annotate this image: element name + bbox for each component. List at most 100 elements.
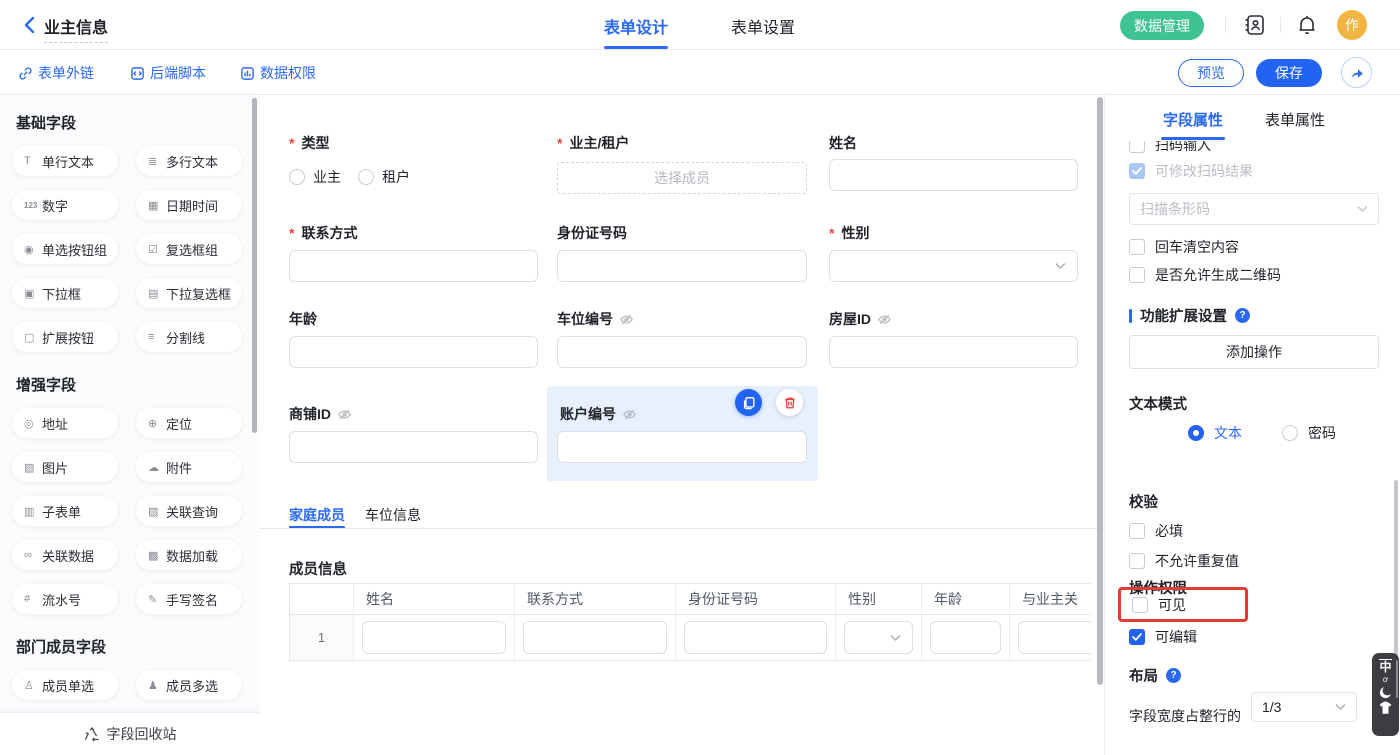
table-cell[interactable] [836, 615, 922, 660]
text-mode-option-text[interactable]: 文本 [1188, 423, 1242, 443]
theme-shirt-icon[interactable] [1378, 701, 1393, 715]
table-cell[interactable] [354, 615, 515, 660]
help-question-icon[interactable]: ? [1235, 308, 1250, 323]
field-item-checkbox-group[interactable]: ☑复选框组 [136, 234, 242, 264]
copy-field-button[interactable] [735, 389, 762, 416]
text-mode-option-password[interactable]: 密码 [1282, 423, 1336, 443]
field-item-extend-button[interactable]: ▢扩展按钮 [12, 322, 118, 352]
field-item-number[interactable]: 123数字 [12, 190, 118, 220]
table-cell[interactable] [922, 615, 1010, 660]
subform-tab-parking[interactable]: 车位信息 [365, 505, 421, 525]
field-item-subform[interactable]: ▥子表单 [12, 496, 118, 526]
no-duplicate-checkbox-row[interactable]: 不允许重复值 [1129, 551, 1239, 571]
field-item-attachment[interactable]: ☁附件 [136, 452, 242, 482]
field-item-serial-number[interactable]: #流水号 [12, 584, 118, 614]
field-item-single-line-text[interactable]: T单行文本 [12, 146, 118, 176]
allow-qrcode-row[interactable]: 是否允许生成二维码 [1129, 265, 1281, 285]
table-cell-input[interactable] [930, 621, 1001, 654]
visible-checkbox-row[interactable]: 可见 [1132, 595, 1186, 615]
select-member-button[interactable]: 选择成员 [557, 162, 807, 194]
house-id-input[interactable] [829, 336, 1078, 368]
shop-id-input[interactable] [289, 431, 538, 463]
loop-icon[interactable]: ơ [1383, 675, 1388, 684]
field-item-image[interactable]: ▧图片 [12, 452, 118, 482]
radio-icon[interactable] [1282, 425, 1298, 441]
table-cell[interactable] [515, 615, 676, 660]
checkbox-icon[interactable] [1132, 597, 1148, 613]
field-item-data-load[interactable]: ▩数据加载 [136, 540, 242, 570]
checkbox-icon[interactable] [1129, 239, 1145, 255]
field-recycle-bin[interactable]: 字段回收站 [0, 712, 260, 755]
name-input[interactable] [829, 159, 1078, 191]
translate-icon[interactable]: 中 [1379, 659, 1391, 674]
checkbox-icon[interactable] [1129, 553, 1145, 569]
checkbox-checked-icon[interactable] [1129, 163, 1145, 179]
table-cell[interactable] [676, 615, 836, 660]
field-item-select[interactable]: ▣下拉框 [12, 278, 118, 308]
field-item-divider[interactable]: ≡分割线 [136, 322, 242, 352]
scan-type-select[interactable]: 扫描条形码 [1129, 193, 1379, 225]
tab-field-properties[interactable]: 字段属性 [1161, 109, 1225, 130]
add-action-button[interactable]: 添加操作 [1129, 335, 1379, 369]
back-button[interactable] [20, 15, 40, 35]
radio-option-owner[interactable]: 业主 [289, 167, 341, 187]
dark-mode-moon-icon[interactable] [1378, 685, 1393, 700]
subform-tab-family[interactable]: 家庭成员 [289, 505, 345, 525]
backend-script-link[interactable]: 后端脚本 [130, 63, 206, 83]
field-item-relation-query[interactable]: ▨关联查询 [136, 496, 242, 526]
help-question-icon[interactable]: ? [1166, 668, 1181, 683]
field-item-signature[interactable]: ✎手写签名 [136, 584, 242, 614]
save-button[interactable]: 保存 [1256, 59, 1322, 87]
user-avatar[interactable]: 作 [1337, 10, 1367, 40]
id-number-input[interactable] [557, 250, 807, 282]
field-item-multi-line-text[interactable]: ≣多行文本 [136, 146, 242, 176]
data-permission-link[interactable]: 数据权限 [240, 63, 316, 83]
notification-bell-icon[interactable] [1295, 13, 1319, 37]
panel-scrollbar[interactable] [1394, 480, 1398, 660]
checkbox-checked-icon[interactable] [1129, 629, 1145, 645]
sidebar-scrollbar[interactable] [252, 98, 257, 433]
tab-form-settings[interactable]: 表单设置 [731, 14, 795, 38]
tab-form-properties[interactable]: 表单属性 [1263, 109, 1327, 130]
field-item-datetime[interactable]: ▦日期时间 [136, 190, 242, 220]
editable-checkbox-row[interactable]: 可编辑 [1129, 627, 1197, 647]
contact-input[interactable] [289, 250, 538, 282]
radio-icon[interactable] [358, 169, 374, 185]
account-no-input[interactable] [557, 431, 807, 463]
field-item-address[interactable]: ◎地址 [12, 408, 118, 438]
browser-extension-widget[interactable]: 中 ơ [1372, 653, 1399, 736]
field-item-member-single[interactable]: ♙成员单选 [12, 670, 118, 700]
checkbox-icon[interactable] [1129, 267, 1145, 283]
gender-select[interactable] [829, 250, 1078, 282]
required-checkbox-row[interactable]: 必填 [1129, 521, 1183, 541]
data-manage-button[interactable]: 数据管理 [1120, 11, 1204, 40]
contacts-book-icon[interactable] [1243, 13, 1267, 37]
modify-scan-result-row[interactable]: 可修改扫码结果 [1129, 161, 1253, 181]
page-title[interactable]: 业主信息 [44, 14, 108, 43]
field-width-select[interactable]: 1/3 [1251, 692, 1357, 722]
canvas-scrollbar[interactable] [1097, 97, 1103, 685]
age-input[interactable] [289, 336, 538, 368]
radio-selected-icon[interactable] [1188, 425, 1204, 441]
table-cell-select[interactable] [844, 621, 913, 654]
scan-input-checkbox-row[interactable]: 扫码输入 [1129, 141, 1211, 155]
table-cell-input[interactable] [684, 621, 827, 654]
field-item-relation-data[interactable]: ∞关联数据 [12, 540, 118, 570]
delete-field-button[interactable] [776, 389, 803, 416]
table-cell[interactable] [1010, 615, 1091, 660]
clear-on-enter-row[interactable]: 回车清空内容 [1129, 237, 1239, 257]
field-item-member-multi[interactable]: ♟成员多选 [136, 670, 242, 700]
field-item-radio-group[interactable]: ◉单选按钮组 [12, 234, 118, 264]
table-cell-input[interactable] [1018, 621, 1091, 654]
checkbox-icon[interactable] [1129, 523, 1145, 539]
share-button[interactable] [1341, 57, 1372, 88]
tab-form-design[interactable]: 表单设计 [604, 14, 668, 38]
field-item-location[interactable]: ⊕定位 [136, 408, 242, 438]
table-cell-input[interactable] [523, 621, 667, 654]
field-item-multi-select[interactable]: ▤下拉复选框 [136, 278, 242, 308]
checkbox-icon[interactable] [1129, 141, 1145, 153]
parking-no-input[interactable] [557, 336, 807, 368]
radio-option-tenant[interactable]: 租户 [358, 167, 410, 187]
preview-button[interactable]: 预览 [1178, 59, 1244, 87]
radio-icon[interactable] [289, 169, 305, 185]
